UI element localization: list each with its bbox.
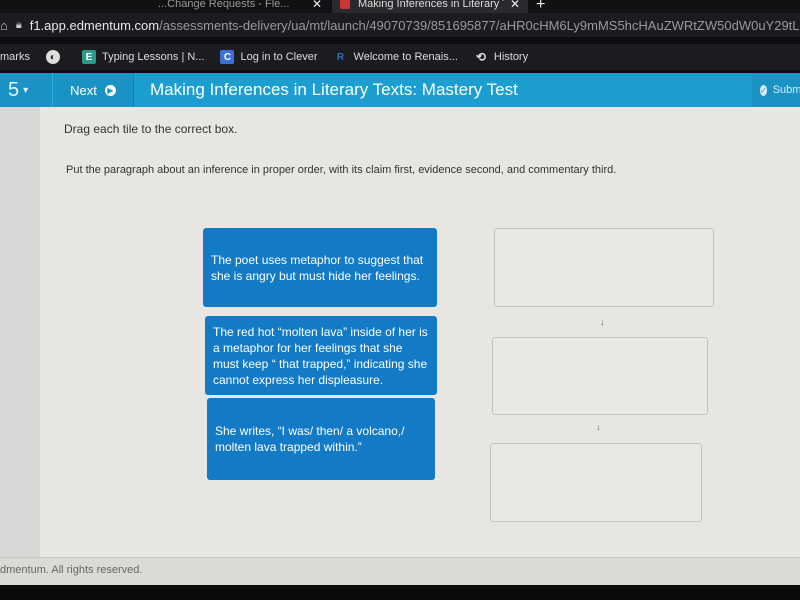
edmentum-favicon-icon [340,0,350,9]
url-input[interactable]: 🔒︎ f1.app.edmentum.com/assessments-deliv… [8,14,800,36]
arrow-down-icon: ↓ [600,317,605,327]
clever-icon: C [220,50,235,64]
address-bar: ⌂ 🔒︎ f1.app.edmentum.com/assessments-del… [0,13,800,37]
drag-tile[interactable]: She writes, “I was/ then/ a volcano,/ mo… [207,398,435,480]
close-icon[interactable]: ✕ [510,0,520,11]
typing-lessons-icon: E [81,50,96,64]
assessment-header: 5 ▾ Next ▶ Making Inferences in Literary… [0,73,800,107]
drop-box-evidence[interactable] [492,337,708,415]
bookmark-label: History [493,51,529,63]
tab-title: Making Inferences in Literary Te... [358,0,504,10]
bookmark-label: Log in to Clever [240,51,318,63]
globe-icon: ◐ [45,50,60,64]
instruction-text: Drag each tile to the correct box. [64,122,238,136]
next-label: Next [70,82,97,98]
bookmark-globe[interactable]: ◐ [45,50,66,64]
page-title: Making Inferences in Literary Texts: Mas… [150,80,518,99]
bookmarks-label[interactable]: marks [0,51,30,63]
monitor-bezel [0,585,800,600]
submit-button[interactable]: ✓ Subm [752,73,800,107]
drag-tile[interactable]: The poet uses metaphor to suggest that s… [203,228,437,307]
bookmark-history[interactable]: ⟲ History [474,50,528,64]
submit-label: Subm [772,84,800,96]
tile-text: The red hot “molten lava” inside of her … [213,324,428,387]
tab-title: ...Change Requests - Fle... [158,0,290,10]
footer: dmentum. All rights reserved. [0,557,800,585]
question-prompt: Put the paragraph about an inference in … [66,164,617,176]
renaissance-icon: R [333,50,348,64]
bookmark-label: Typing Lessons | N... [101,51,205,63]
check-circle-icon: ✓ [760,84,767,96]
bookmark-clever[interactable]: C Log in to Clever [220,50,318,64]
chevron-down-icon: ▾ [23,84,29,96]
drop-box-claim[interactable] [494,228,714,307]
bookmark-renaissance[interactable]: R Welcome to Renais... [333,50,458,64]
arrow-down-icon: ↓ [596,422,601,432]
drop-box-commentary[interactable] [490,443,702,522]
url-path: /assessments-delivery/ua/mt/launch/49070… [159,17,800,33]
tile-text: She writes, “I was/ then/ a volcano,/ mo… [215,424,405,454]
history-icon: ⟲ [475,50,486,64]
copyright-text: dmentum. All rights reserved. [0,564,143,576]
drag-tile[interactable]: The red hot “molten lava” inside of her … [205,316,437,395]
bookmarks-bar: marks ◐ E Typing Lessons | N... C Log in… [0,44,800,70]
bookmark-label: Welcome to Renais... [353,51,458,63]
tile-text: The poet uses metaphor to suggest that s… [211,252,424,283]
question-number: 5 [8,78,20,101]
screen: ...Change Requests - Fle... ✕ Making Inf… [0,0,800,600]
question-number-dropdown[interactable]: 5 ▾ [0,73,52,107]
bookmark-typing-lessons[interactable]: E Typing Lessons | N... [81,50,205,64]
arrow-right-circle-icon: ▶ [104,84,116,96]
new-tab-icon[interactable]: + [536,0,545,14]
lock-icon[interactable]: 🔒︎ [16,19,22,32]
next-button[interactable]: Next ▶ [52,73,134,107]
home-icon[interactable]: ⌂ [0,18,8,33]
browser-tab-active[interactable]: Making Inferences in Literary Te... ✕ [332,0,528,14]
close-icon[interactable]: ✕ [312,0,322,11]
url-host: f1.app.edmentum.com [29,17,160,33]
browser-tab[interactable]: ...Change Requests - Fle... ✕ [150,0,330,14]
